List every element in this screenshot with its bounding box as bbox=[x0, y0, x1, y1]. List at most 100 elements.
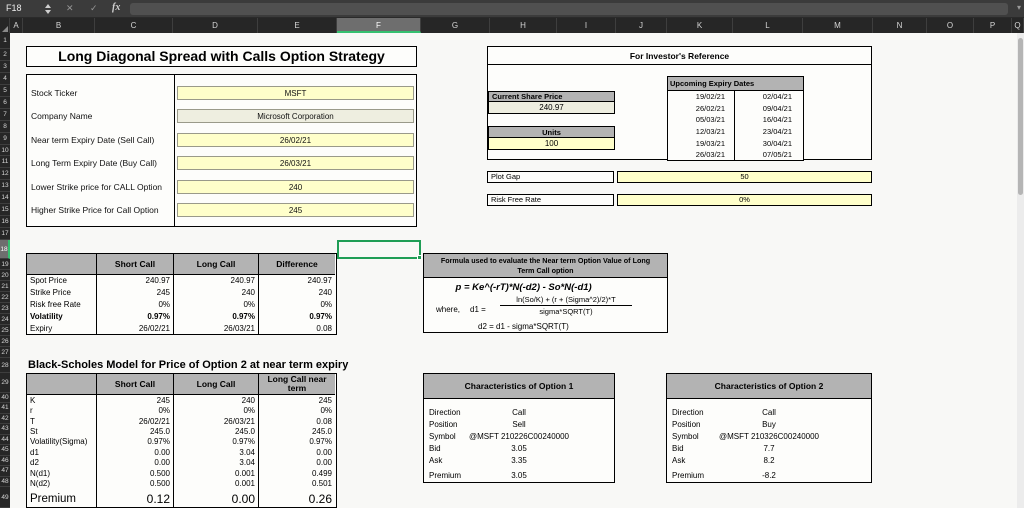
bs-table-cell: 245 bbox=[96, 395, 173, 406]
column-header-F[interactable]: F bbox=[337, 18, 421, 33]
insert-function-icon[interactable]: fx bbox=[112, 2, 120, 13]
column-header-O[interactable]: O bbox=[927, 18, 974, 33]
bs-table-header-0: Short Call bbox=[96, 374, 173, 395]
column-header-J[interactable]: J bbox=[616, 18, 667, 33]
row-header-7[interactable]: 7 bbox=[0, 109, 10, 121]
expiry-date-cell: 30/04/21 bbox=[734, 137, 804, 150]
input-value-3[interactable]: 26/03/21 bbox=[177, 156, 414, 170]
vertical-scrollbar-thumb[interactable] bbox=[1018, 38, 1023, 195]
formula-bar-expand-icon[interactable]: ▾ bbox=[1017, 3, 1021, 12]
column-header-L[interactable]: L bbox=[733, 18, 803, 33]
cancel-icon[interactable]: ✕ bbox=[66, 3, 74, 14]
row-header-20[interactable]: 20 bbox=[0, 270, 10, 282]
cmp-table-row-label: Risk free Rate bbox=[30, 300, 81, 310]
plot-gap-label: Plot Gap bbox=[487, 171, 614, 183]
cmp-table-cell: 0.97% bbox=[96, 310, 173, 323]
bs-table-row-label: r bbox=[30, 406, 33, 416]
input-value-4[interactable]: 240 bbox=[177, 180, 414, 194]
column-header-K[interactable]: K bbox=[667, 18, 733, 33]
column-header-D[interactable]: D bbox=[173, 18, 258, 33]
row-header-47[interactable]: 47 bbox=[0, 466, 10, 477]
current-share-price-value[interactable]: 240.97 bbox=[488, 101, 615, 114]
row-header-49[interactable]: 49 bbox=[0, 487, 10, 508]
column-header-I[interactable]: I bbox=[557, 18, 616, 33]
row-header-17[interactable]: 17 bbox=[0, 228, 10, 241]
column-header-G[interactable]: G bbox=[421, 18, 490, 33]
column-header-M[interactable]: M bbox=[803, 18, 873, 33]
row-header-26[interactable]: 26 bbox=[0, 336, 10, 348]
row-header-27[interactable]: 27 bbox=[0, 347, 10, 359]
row-header-40[interactable]: 40 bbox=[0, 393, 10, 404]
row-header-2[interactable]: 2 bbox=[0, 49, 10, 61]
row-header-8[interactable]: 8 bbox=[0, 121, 10, 133]
column-header-P[interactable]: P bbox=[974, 18, 1012, 33]
row-header-45[interactable]: 45 bbox=[0, 445, 10, 456]
formula-input[interactable] bbox=[130, 3, 1008, 15]
row-header-24[interactable]: 24 bbox=[0, 314, 10, 326]
row-header-44[interactable]: 44 bbox=[0, 435, 10, 446]
column-header-Q[interactable]: Q bbox=[1012, 18, 1024, 33]
spinner-down-icon[interactable] bbox=[45, 10, 51, 14]
input-value-2[interactable]: 26/02/21 bbox=[177, 133, 414, 147]
row-header-42[interactable]: 42 bbox=[0, 414, 10, 425]
row-header-15[interactable]: 15 bbox=[0, 204, 10, 217]
row-header-21[interactable]: 21 bbox=[0, 281, 10, 293]
select-all-corner[interactable] bbox=[0, 18, 10, 33]
row-header-3[interactable]: 3 bbox=[0, 61, 10, 73]
bs-table-cell: 0.501 bbox=[258, 478, 335, 489]
input-value-5[interactable]: 245 bbox=[177, 203, 414, 217]
row-header-25[interactable]: 25 bbox=[0, 325, 10, 337]
row-header-22[interactable]: 22 bbox=[0, 292, 10, 304]
bs-table-cell: 0.500 bbox=[96, 468, 173, 479]
column-header-C[interactable]: C bbox=[95, 18, 173, 33]
units-value[interactable]: 100 bbox=[488, 137, 615, 150]
spinner-up-icon[interactable] bbox=[45, 4, 51, 8]
row-header-18[interactable]: 18 bbox=[0, 240, 10, 260]
bs-table-cell: 0.00 bbox=[96, 457, 173, 469]
row-header-16[interactable]: 16 bbox=[0, 216, 10, 229]
row-header-23[interactable]: 23 bbox=[0, 303, 10, 315]
sheet-title: Long Diagonal Spread with Calls Option S… bbox=[26, 46, 417, 67]
row-header-5[interactable]: 5 bbox=[0, 85, 10, 97]
column-header-H[interactable]: H bbox=[490, 18, 557, 33]
plot-gap-value[interactable]: 50 bbox=[617, 171, 872, 183]
row-header-10[interactable]: 10 bbox=[0, 145, 10, 157]
row-header-28[interactable]: 28 bbox=[0, 358, 10, 374]
column-header-B[interactable]: B bbox=[23, 18, 95, 33]
column-header-A[interactable]: A bbox=[10, 18, 23, 33]
row-header-9[interactable]: 9 bbox=[0, 133, 10, 145]
opt1-value: Sell bbox=[512, 420, 526, 429]
option2-title: Characteristics of Option 2 bbox=[667, 374, 871, 399]
column-header-N[interactable]: N bbox=[873, 18, 927, 33]
row-header-11[interactable]: 11 bbox=[0, 156, 10, 169]
bs-table-cell: 0.001 bbox=[173, 478, 258, 489]
row-header-12[interactable]: 12 bbox=[0, 168, 10, 181]
risk-free-rate-value[interactable]: 0% bbox=[617, 194, 872, 206]
row-header-13[interactable]: 13 bbox=[0, 180, 10, 193]
bs-table-row-label: St bbox=[30, 427, 38, 437]
row-header-1[interactable]: 1 bbox=[0, 33, 10, 49]
bs-table-row-label: d2 bbox=[30, 458, 39, 468]
opt1-value: @MSFT 210226C00240000 bbox=[468, 432, 570, 441]
selected-cell-F18[interactable] bbox=[337, 240, 422, 260]
row-header-14[interactable]: 14 bbox=[0, 192, 10, 205]
row-header-4[interactable]: 4 bbox=[0, 73, 10, 85]
row-header-48[interactable]: 48 bbox=[0, 477, 10, 487]
row-header-46[interactable]: 46 bbox=[0, 456, 10, 467]
input-value-0[interactable]: MSFT bbox=[177, 86, 414, 100]
input-value-1[interactable]: Microsoft Corporation bbox=[177, 109, 414, 123]
column-header-E[interactable]: E bbox=[258, 18, 337, 33]
row-header-6[interactable]: 6 bbox=[0, 97, 10, 109]
row-header-41[interactable]: 41 bbox=[0, 403, 10, 414]
fill-handle[interactable] bbox=[417, 255, 422, 260]
row-header-29[interactable]: 29 bbox=[0, 373, 10, 394]
select-all-icon bbox=[2, 26, 8, 32]
vertical-scrollbar[interactable] bbox=[1017, 33, 1024, 508]
row-header-43[interactable]: 43 bbox=[0, 424, 10, 435]
enter-icon[interactable]: ✓ bbox=[90, 3, 98, 14]
name-box-spinner[interactable] bbox=[44, 3, 52, 15]
opt1-row-premium: Premium 3.05 bbox=[424, 470, 614, 482]
row-header-19[interactable]: 19 bbox=[0, 259, 10, 271]
name-box[interactable]: F18 bbox=[6, 3, 22, 13]
bs-table-cell: 245.0 bbox=[258, 426, 335, 437]
